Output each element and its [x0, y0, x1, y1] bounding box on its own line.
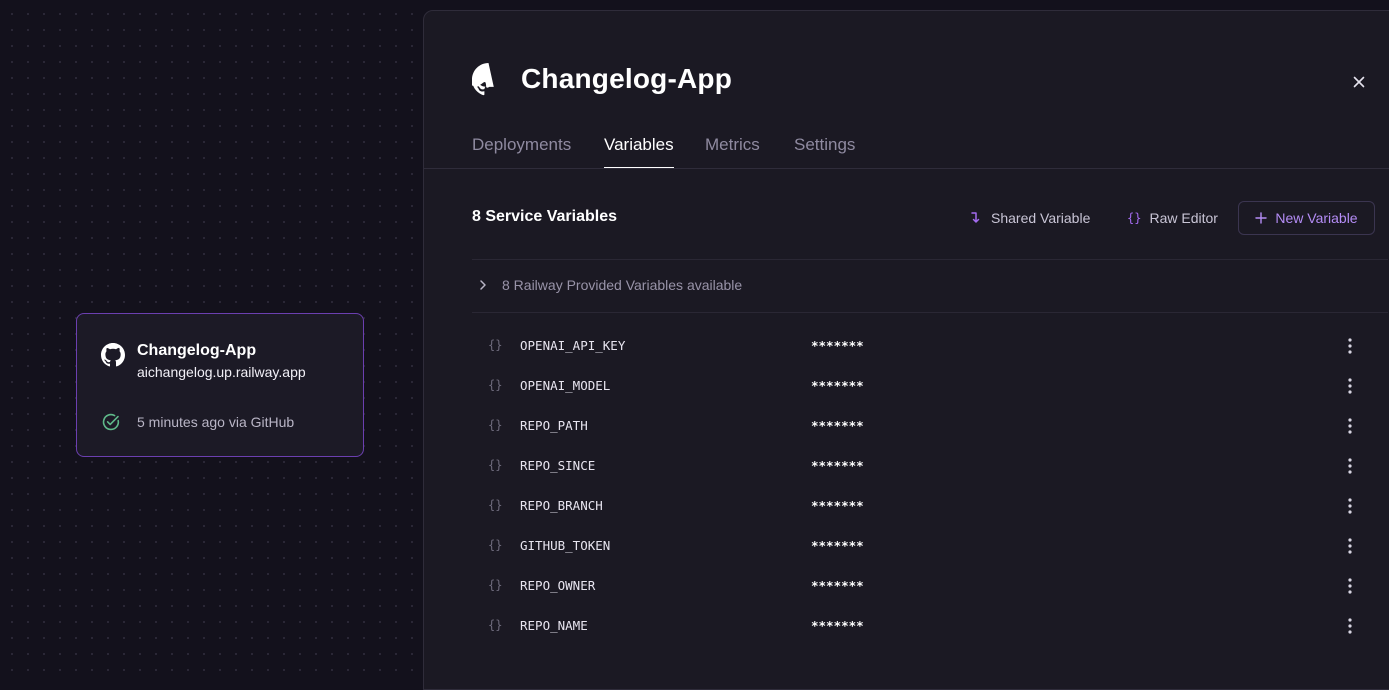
- variable-row[interactable]: {} REPO_NAME *******: [472, 606, 1388, 646]
- plus-icon: [1255, 212, 1268, 224]
- service-card-url[interactable]: aichangelog.up.railway.app: [137, 364, 306, 380]
- check-circle-icon: [102, 413, 120, 431]
- variable-value[interactable]: *******: [811, 578, 864, 593]
- variable-name: REPO_PATH: [520, 418, 588, 433]
- variable-name: REPO_OWNER: [520, 578, 596, 593]
- more-options-button[interactable]: [1338, 372, 1362, 400]
- service-card[interactable]: Changelog-App aichangelog.up.railway.app…: [76, 313, 364, 457]
- more-options-button[interactable]: [1338, 412, 1362, 440]
- variable-row[interactable]: {} GITHUB_TOKEN *******: [472, 526, 1388, 566]
- kebab-menu-icon: [1348, 418, 1352, 434]
- more-options-button[interactable]: [1338, 572, 1362, 600]
- more-options-button[interactable]: [1338, 612, 1362, 640]
- variable-row[interactable]: {} REPO_PATH *******: [472, 406, 1388, 446]
- braces-icon: {}: [1127, 211, 1142, 225]
- shared-variable-button[interactable]: Shared Variable: [969, 201, 1090, 235]
- deployment-status: 5 minutes ago via GitHub: [137, 414, 295, 430]
- tab-settings[interactable]: Settings: [794, 135, 855, 167]
- shared-variable-label: Shared Variable: [991, 210, 1091, 226]
- service-panel: Changelog-App Deployments Variables Metr…: [423, 10, 1389, 690]
- braces-icon: {}: [488, 578, 503, 592]
- variable-row[interactable]: {} OPENAI_MODEL *******: [472, 366, 1388, 406]
- kebab-menu-icon: [1348, 498, 1352, 514]
- variable-value[interactable]: *******: [811, 418, 864, 433]
- new-variable-button[interactable]: New Variable: [1238, 201, 1375, 235]
- kebab-menu-icon: [1348, 458, 1352, 474]
- variable-value[interactable]: *******: [811, 498, 864, 513]
- service-variables-heading: 8 Service Variables: [472, 208, 617, 225]
- service-card-title: Changelog-App: [137, 342, 257, 359]
- more-options-button[interactable]: [1338, 332, 1362, 360]
- kebab-menu-icon: [1348, 538, 1352, 554]
- more-options-button[interactable]: [1338, 532, 1362, 560]
- variable-name: REPO_SINCE: [520, 458, 596, 473]
- variable-name: OPENAI_MODEL: [520, 378, 611, 393]
- variable-row[interactable]: {} REPO_SINCE *******: [472, 446, 1388, 486]
- raw-editor-label: Raw Editor: [1149, 210, 1218, 226]
- variable-name: REPO_NAME: [520, 618, 588, 633]
- divider: [472, 259, 1388, 260]
- variable-row[interactable]: {} OPENAI_API_KEY *******: [472, 326, 1388, 366]
- close-button[interactable]: [1345, 68, 1373, 96]
- variable-value[interactable]: *******: [811, 378, 864, 393]
- braces-icon: {}: [488, 338, 503, 352]
- braces-icon: {}: [488, 458, 503, 472]
- github-icon: [472, 63, 494, 96]
- tab-metrics[interactable]: Metrics: [705, 135, 760, 167]
- more-options-button[interactable]: [1338, 452, 1362, 480]
- close-icon: [1353, 76, 1365, 88]
- variable-value[interactable]: *******: [811, 458, 864, 473]
- panel-title: Changelog-App: [521, 63, 733, 94]
- chevron-right-icon: [480, 280, 486, 290]
- raw-editor-button[interactable]: {} Raw Editor: [1127, 201, 1218, 235]
- variable-value[interactable]: *******: [811, 618, 864, 633]
- tab-deployments[interactable]: Deployments: [472, 135, 571, 167]
- more-options-button[interactable]: [1338, 492, 1362, 520]
- railway-provided-variables-label: 8 Railway Provided Variables available: [502, 277, 743, 293]
- braces-icon: {}: [488, 418, 503, 432]
- variable-value[interactable]: *******: [811, 538, 864, 553]
- kebab-menu-icon: [1348, 338, 1352, 354]
- panel-tabs: Deployments Variables Metrics Settings: [424, 121, 1389, 169]
- github-icon: [101, 343, 125, 367]
- new-variable-label: New Variable: [1275, 210, 1358, 226]
- variable-row[interactable]: {} REPO_OWNER *******: [472, 566, 1388, 606]
- variable-row[interactable]: {} REPO_BRANCH *******: [472, 486, 1388, 526]
- variable-name: OPENAI_API_KEY: [520, 338, 626, 353]
- braces-icon: {}: [488, 378, 503, 392]
- braces-icon: {}: [488, 498, 503, 512]
- kebab-menu-icon: [1348, 378, 1352, 394]
- tab-variables[interactable]: Variables: [604, 135, 674, 168]
- project-canvas[interactable]: Changelog-App aichangelog.up.railway.app…: [0, 0, 424, 673]
- braces-icon: {}: [488, 618, 503, 632]
- variable-name: REPO_BRANCH: [520, 498, 603, 513]
- variable-value[interactable]: *******: [811, 338, 864, 353]
- kebab-menu-icon: [1348, 618, 1352, 634]
- divider: [472, 312, 1388, 313]
- variable-name: GITHUB_TOKEN: [520, 538, 611, 553]
- arrow-turn-down-icon: [971, 212, 980, 223]
- railway-provided-variables-toggle[interactable]: 8 Railway Provided Variables available: [472, 273, 1388, 297]
- kebab-menu-icon: [1348, 578, 1352, 594]
- braces-icon: {}: [488, 538, 503, 552]
